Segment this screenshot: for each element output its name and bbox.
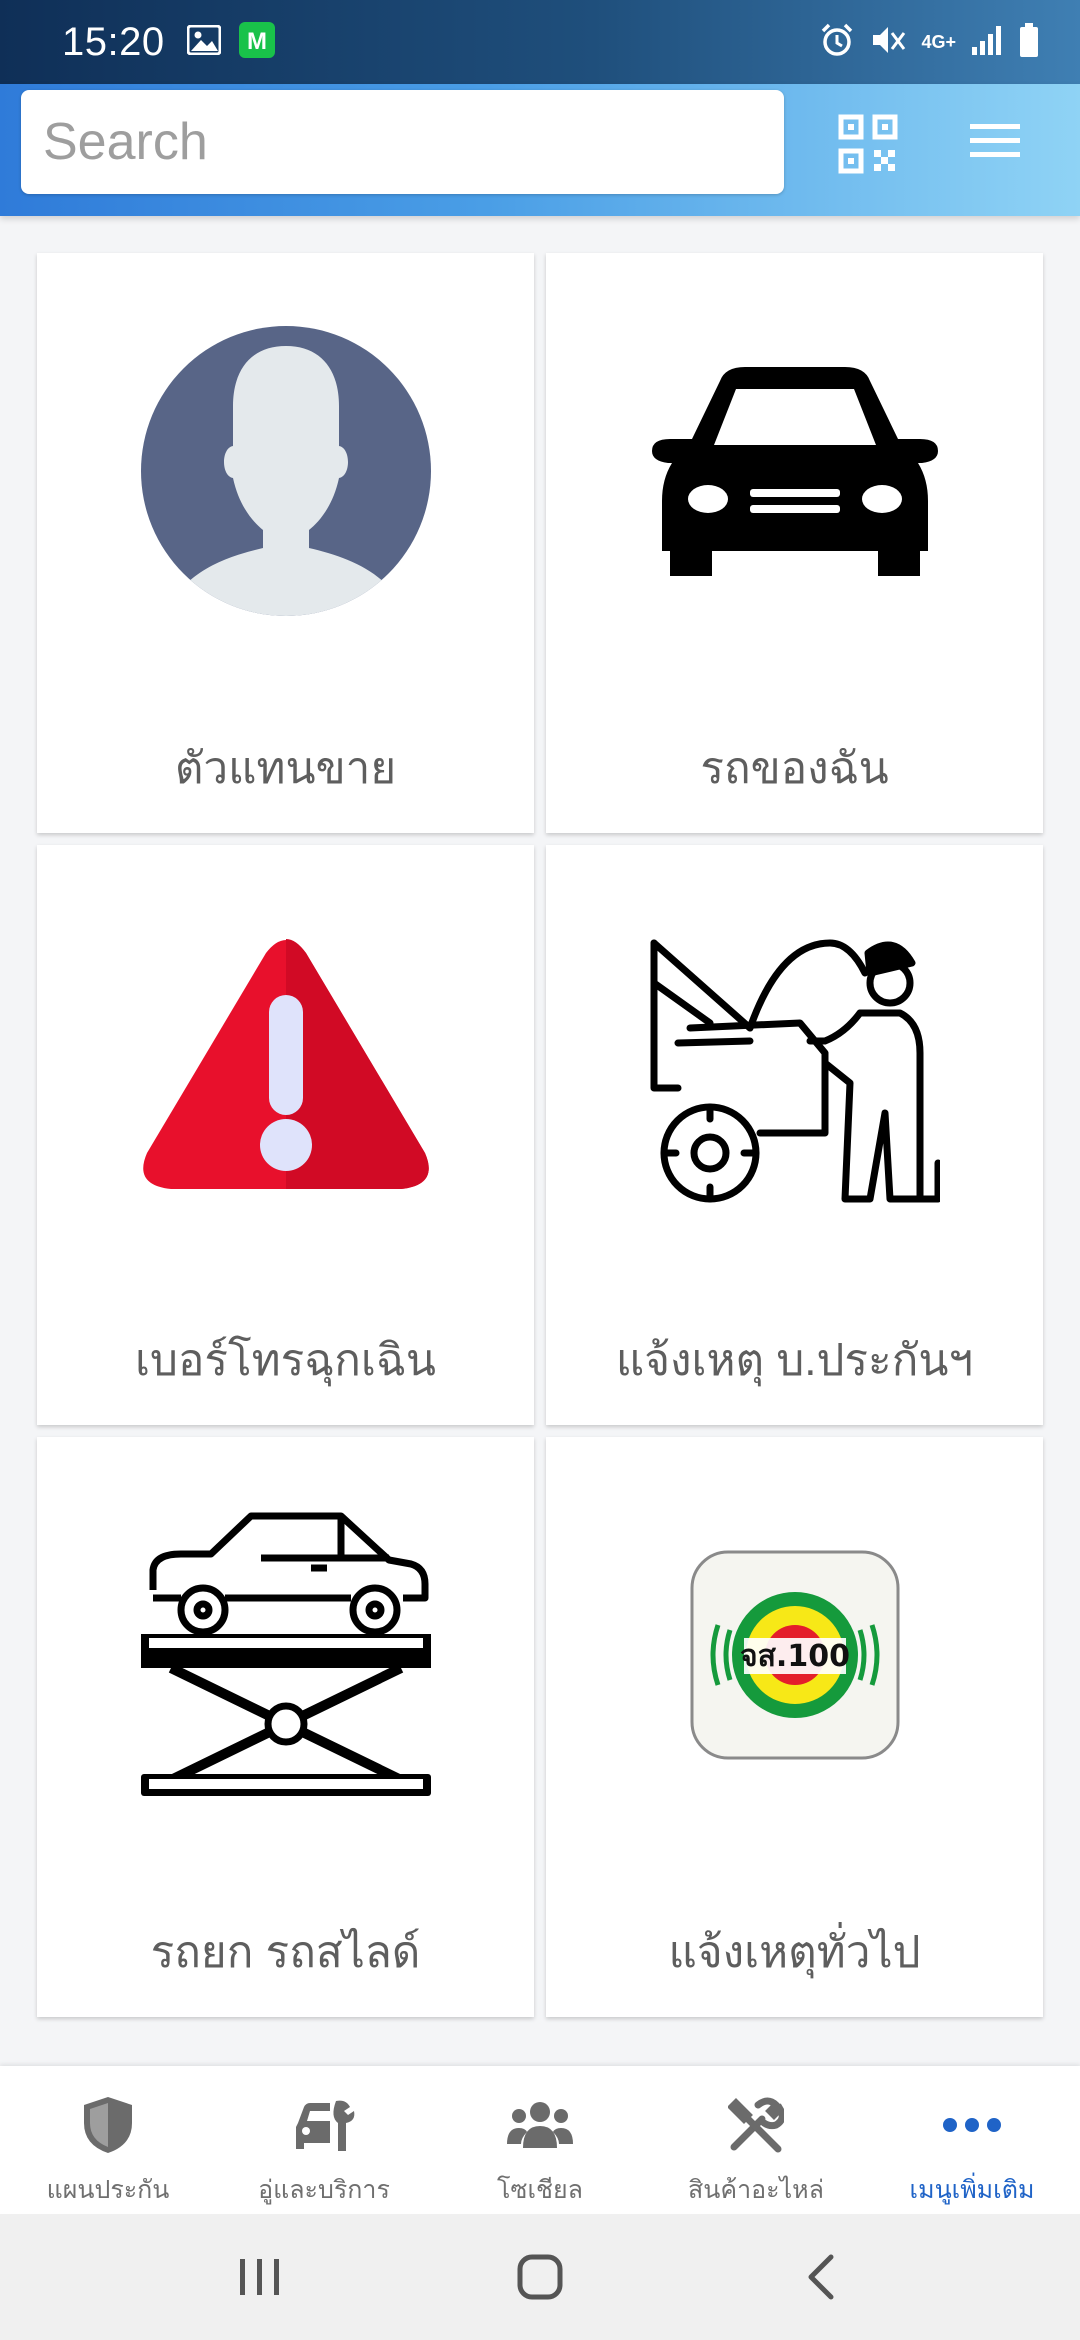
signal-icon <box>970 23 1004 62</box>
car-lift-icon <box>140 1510 431 1805</box>
app-header <box>0 84 1080 216</box>
more-dots-icon <box>942 2090 1002 2160</box>
logo-text: จส.100 <box>740 1639 850 1674</box>
card-label: รถยก รถสไลด์ <box>150 1928 421 1977</box>
nav-item-social[interactable]: โซเชียล <box>432 2066 648 2214</box>
jsor100-logo-icon: จส.100 <box>690 1550 900 1765</box>
nav-item-garage-service[interactable]: อู่และบริการ <box>216 2066 432 2214</box>
menu-grid: ตัวแทนขาย รถของฉัน เบอร์โทรฉุกเฉิน แจ้งเ… <box>37 253 1043 2017</box>
shield-icon <box>82 2090 134 2160</box>
users-icon <box>507 2090 573 2160</box>
hamburger-menu-icon[interactable] <box>968 118 1022 164</box>
card-label: ตัวแทนขาย <box>174 744 397 793</box>
card-label: เบอร์โทรฉุกเฉิน <box>135 1336 436 1385</box>
svg-text:M: M <box>247 28 267 55</box>
card-tow-truck[interactable]: รถยก รถสไลด์ <box>37 1437 534 2017</box>
network-4g-icon: 4G+ <box>921 32 956 52</box>
nav-label: อู่และบริการ <box>258 2176 390 2204</box>
card-label: แจ้งเหตุ บ.ประกันฯ <box>615 1336 974 1385</box>
nav-item-spare-parts[interactable]: สินค้าอะไหล่ <box>648 2066 864 2214</box>
tools-icon <box>728 2090 784 2160</box>
card-label: รถของฉัน <box>700 744 889 793</box>
home-icon[interactable] <box>495 2232 585 2322</box>
line-m-icon: M <box>238 21 275 63</box>
nav-item-more-menu[interactable]: เมนูเพิ่มเติม <box>864 2066 1080 2214</box>
mute-icon <box>869 22 907 63</box>
search-input[interactable] <box>21 90 784 194</box>
qr-code-icon[interactable] <box>838 114 898 174</box>
nav-item-insurance-plan[interactable]: แผนประกัน <box>0 2066 216 2214</box>
mechanic-icon <box>650 923 941 1208</box>
car-icon <box>650 361 940 586</box>
nav-label: แผนประกัน <box>46 2176 170 2204</box>
card-general-report[interactable]: จส.100 แจ้งเหตุทั่วไป <box>546 1437 1043 2017</box>
card-sales-agent[interactable]: ตัวแทนขาย <box>37 253 534 833</box>
back-icon[interactable] <box>775 2232 865 2322</box>
recents-icon[interactable] <box>215 2232 305 2322</box>
card-label: แจ้งเหตุทั่วไป <box>668 1928 921 1977</box>
nav-label: โซเชียล <box>497 2176 583 2204</box>
card-insurance-report[interactable]: แจ้งเหตุ บ.ประกันฯ <box>546 845 1043 1425</box>
agent-avatar-icon <box>140 325 431 621</box>
nav-label: เมนูเพิ่มเติม <box>909 2176 1035 2204</box>
alarm-icon <box>819 22 855 63</box>
bottom-nav: แผนประกัน อู่และบริการ โซเชียล สินค้าอะไ… <box>0 2066 1080 2214</box>
warning-icon <box>141 933 431 1198</box>
status-time: 15:20 <box>62 19 165 64</box>
image-icon <box>186 24 222 60</box>
status-bar: 15:20 M 4G+ <box>0 0 1080 84</box>
card-my-car[interactable]: รถของฉัน <box>546 253 1043 833</box>
nav-label: สินค้าอะไหล่ <box>688 2176 824 2204</box>
card-emergency-phone[interactable]: เบอร์โทรฉุกเฉิน <box>37 845 534 1425</box>
system-nav-bar <box>0 2214 1080 2340</box>
car-repair-icon <box>292 2090 356 2160</box>
battery-icon <box>1018 22 1040 63</box>
